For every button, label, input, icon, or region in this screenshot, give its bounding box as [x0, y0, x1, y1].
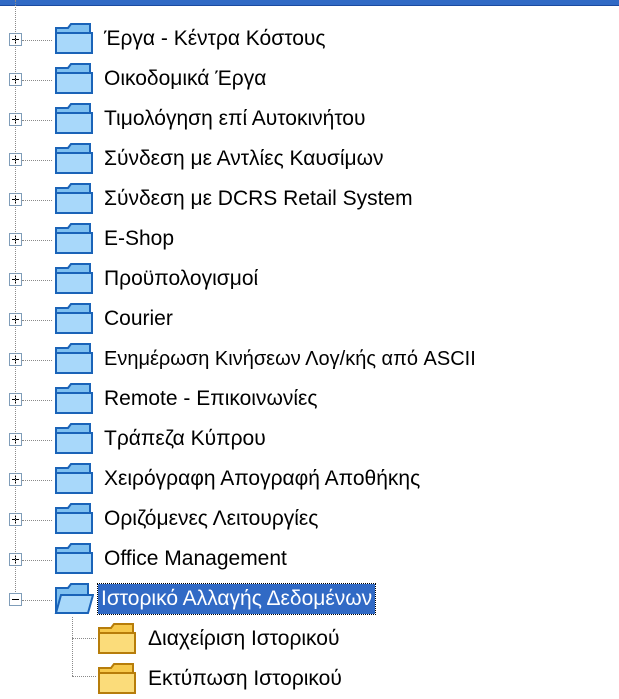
- tree-item-label[interactable]: Προϋπολογισμοί: [101, 264, 261, 294]
- tree-connector-line: [22, 560, 52, 561]
- tree-connector-line: [22, 40, 52, 41]
- folder-blue-icon: [55, 463, 93, 494]
- folder-blue-icon: [55, 543, 93, 574]
- tree-item-label[interactable]: Office Management: [101, 544, 290, 574]
- tree-item-ektyposi-istorikou[interactable]: Εκτύπωση Ιστορικού: [0, 659, 619, 699]
- tree-connector-line: [22, 400, 52, 401]
- tree-item-label-selected[interactable]: Ιστορικό Αλλαγής Δεδομένων: [96, 583, 377, 615]
- tree-item-label[interactable]: Τράπεζα Κύπρου: [101, 424, 269, 454]
- tree-item-oikodomika-erga[interactable]: Οικοδομικά Έργα: [0, 59, 619, 99]
- folder-blue-icon: [55, 303, 93, 334]
- tree-connector-line: [22, 480, 52, 481]
- tree-item-label[interactable]: Courier: [101, 304, 176, 334]
- tree-item-courier[interactable]: Courier: [0, 299, 619, 339]
- tree-connector-line: [15, 0, 16, 592]
- tree-item-istoriko-allagis[interactable]: Ιστορικό Αλλαγής Δεδομένων: [0, 579, 619, 619]
- tree-connector-line: [22, 440, 52, 441]
- tree-item-remote[interactable]: Remote - Επικοινωνίες: [0, 379, 619, 419]
- folder-blue-icon: [55, 423, 93, 454]
- tree-item-label[interactable]: Ενημέρωση Κινήσεων Λογ/κής από ASCII: [101, 344, 479, 374]
- tree-item-antlies[interactable]: Σύνδεση με Αντλίες Καυσίμων: [0, 139, 619, 179]
- folder-blue-icon: [55, 223, 93, 254]
- tree-item-e-shop[interactable]: E-Shop: [0, 219, 619, 259]
- tree-item-ascii[interactable]: Ενημέρωση Κινήσεων Λογ/κής από ASCII: [0, 339, 619, 379]
- tree-item-label[interactable]: Έργα - Κέντρα Κόστους: [101, 24, 328, 54]
- tree-connector-line: [22, 600, 52, 601]
- tree-item-trapeza-kyprou[interactable]: Τράπεζα Κύπρου: [0, 419, 619, 459]
- tree-item-label[interactable]: Οικοδομικά Έργα: [101, 64, 269, 94]
- tree-item-orizomenes[interactable]: Οριζόμενες Λειτουργίες: [0, 499, 619, 539]
- tree-item-apografi[interactable]: Χειρόγραφη Απογραφή Αποθήκης: [0, 459, 619, 499]
- tree-item-timologisi[interactable]: Τιμολόγηση επί Αυτοκινήτου: [0, 99, 619, 139]
- tree-item-label[interactable]: Χειρόγραφη Απογραφή Αποθήκης: [101, 464, 423, 494]
- tree-item-label[interactable]: Εκτύπωση Ιστορικού: [145, 664, 345, 694]
- folder-blue-open-icon: [54, 583, 94, 614]
- tree-connector-line: [72, 676, 96, 677]
- folder-blue-icon: [55, 503, 93, 534]
- tree-connector-line: [22, 520, 52, 521]
- tree-item-proypologismoi[interactable]: Προϋπολογισμοί: [0, 259, 619, 299]
- tree-connector-line: [22, 120, 52, 121]
- tree-connector-line: [22, 240, 52, 241]
- folder-blue-icon: [55, 343, 93, 374]
- tree-item-dcrs[interactable]: Σύνδεση με DCRS Retail System: [0, 179, 619, 219]
- folder-blue-icon: [55, 63, 93, 94]
- tree-connector-line: [72, 638, 96, 639]
- tree-connector-line: [22, 280, 52, 281]
- collapse-minus-icon[interactable]: [9, 593, 22, 606]
- folder-yellow-icon: [98, 623, 136, 654]
- tree-connector-line: [22, 80, 52, 81]
- folder-blue-icon: [55, 143, 93, 174]
- tree-item-erga-kentra-kostous[interactable]: Έργα - Κέντρα Κόστους: [0, 19, 619, 59]
- tree-connector-line: [72, 617, 73, 676]
- tree-connector-line: [22, 320, 52, 321]
- folder-blue-icon: [55, 103, 93, 134]
- tree-item-label[interactable]: Remote - Επικοινωνίες: [101, 384, 321, 414]
- tree-item-label[interactable]: E-Shop: [101, 224, 177, 254]
- tree-item-label[interactable]: Τιμολόγηση επί Αυτοκινήτου: [101, 104, 368, 134]
- tree-connector-line: [22, 200, 52, 201]
- tree-item-diaxeirisi-istorikou[interactable]: Διαχείριση Ιστορικού: [0, 619, 619, 659]
- tree-connector-line: [22, 160, 52, 161]
- folder-blue-icon: [55, 263, 93, 294]
- tree-item-office-management[interactable]: Office Management: [0, 539, 619, 579]
- tree-item-label[interactable]: Σύνδεση με Αντλίες Καυσίμων: [101, 144, 387, 174]
- folder-blue-icon: [55, 383, 93, 414]
- folder-yellow-icon: [98, 663, 136, 694]
- tree-connector-line: [22, 360, 52, 361]
- tree-item-label[interactable]: Οριζόμενες Λειτουργίες: [101, 504, 321, 534]
- tree-item-label[interactable]: Διαχείριση Ιστορικού: [145, 624, 342, 654]
- menu-tree: Έργα - Κέντρα Κόστους Οικοδομικά Έργα Τι…: [0, 0, 619, 694]
- tree-item-label[interactable]: Σύνδεση με DCRS Retail System: [101, 184, 416, 214]
- folder-blue-icon: [55, 183, 93, 214]
- folder-blue-icon: [55, 23, 93, 54]
